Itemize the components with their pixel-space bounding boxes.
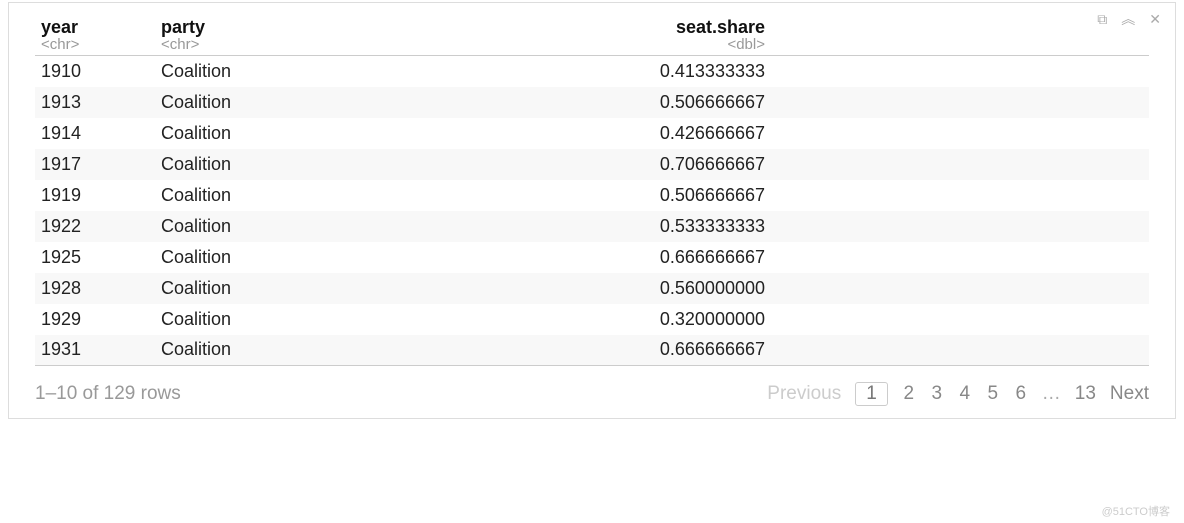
pager-page-5[interactable]: 5 <box>986 383 1000 405</box>
popout-icon[interactable]: ⧉ <box>1097 11 1107 28</box>
pager-page-4[interactable]: 4 <box>958 383 972 405</box>
cell-share: 0.666666667 <box>555 242 775 273</box>
cell-share: 0.666666667 <box>555 335 775 366</box>
table-row: 1910Coalition0.413333333 <box>35 56 1149 87</box>
table-row: 1917Coalition0.706666667 <box>35 149 1149 180</box>
cell-year: 1931 <box>35 335 155 366</box>
cell-share: 0.426666667 <box>555 118 775 149</box>
cell-party: Coalition <box>155 87 555 118</box>
cell-party: Coalition <box>155 149 555 180</box>
cell-party: Coalition <box>155 118 555 149</box>
pager: Previous 1 2 3 4 5 6 … 13 Next <box>767 382 1149 406</box>
table-row: 1914Coalition0.426666667 <box>35 118 1149 149</box>
pager-page-3[interactable]: 3 <box>930 383 944 405</box>
header-pad <box>775 13 1149 56</box>
pager-page-1[interactable]: 1 <box>855 382 888 406</box>
header-party-type: <chr> <box>161 36 549 53</box>
header-party[interactable]: party <chr> <box>155 13 555 56</box>
cell-party: Coalition <box>155 304 555 335</box>
table-container: year <chr> party <chr> seat.share <dbl> … <box>9 3 1175 374</box>
table-row: 1925Coalition0.666666667 <box>35 242 1149 273</box>
header-share-label: seat.share <box>676 17 765 37</box>
cell-share: 0.506666667 <box>555 180 775 211</box>
pager-page-2[interactable]: 2 <box>902 383 916 405</box>
table-row: 1919Coalition0.506666667 <box>35 180 1149 211</box>
header-row: year <chr> party <chr> seat.share <dbl> <box>35 13 1149 56</box>
cell-share: 0.320000000 <box>555 304 775 335</box>
table-body: 1910Coalition0.413333333 1913Coalition0.… <box>35 56 1149 366</box>
pager-page-last[interactable]: 13 <box>1075 383 1096 405</box>
table-row: 1928Coalition0.560000000 <box>35 273 1149 304</box>
cell-year: 1919 <box>35 180 155 211</box>
header-share[interactable]: seat.share <dbl> <box>555 13 775 56</box>
cell-year: 1917 <box>35 149 155 180</box>
header-share-type: <dbl> <box>561 36 765 53</box>
cell-year: 1914 <box>35 118 155 149</box>
table-row: 1929Coalition0.320000000 <box>35 304 1149 335</box>
cell-share: 0.506666667 <box>555 87 775 118</box>
cell-share: 0.533333333 <box>555 211 775 242</box>
cell-year: 1929 <box>35 304 155 335</box>
table-row: 1931Coalition0.666666667 <box>35 335 1149 366</box>
pager-next[interactable]: Next <box>1110 383 1149 405</box>
row-range: 1–10 of 129 rows <box>35 383 181 405</box>
pager-previous: Previous <box>767 383 841 405</box>
header-party-label: party <box>161 17 205 37</box>
cell-year: 1922 <box>35 211 155 242</box>
cell-share: 0.706666667 <box>555 149 775 180</box>
collapse-icon[interactable]: ︽ <box>1121 9 1135 29</box>
header-year-label: year <box>41 17 78 37</box>
cell-year: 1928 <box>35 273 155 304</box>
table-row: 1922Coalition0.533333333 <box>35 211 1149 242</box>
cell-party: Coalition <box>155 211 555 242</box>
header-year[interactable]: year <chr> <box>35 13 155 56</box>
cell-party: Coalition <box>155 273 555 304</box>
watermark: @51CTO博客 <box>1102 503 1170 519</box>
cell-party: Coalition <box>155 180 555 211</box>
pager-page-6[interactable]: 6 <box>1014 383 1028 405</box>
pager-ellipsis: … <box>1042 383 1061 405</box>
cell-party: Coalition <box>155 335 555 366</box>
header-year-type: <chr> <box>41 36 149 53</box>
cell-share: 0.413333333 <box>555 56 775 87</box>
table-footer: 1–10 of 129 rows Previous 1 2 3 4 5 6 … … <box>9 374 1175 418</box>
cell-year: 1925 <box>35 242 155 273</box>
cell-year: 1913 <box>35 87 155 118</box>
cell-party: Coalition <box>155 242 555 273</box>
data-table: year <chr> party <chr> seat.share <dbl> … <box>35 13 1149 366</box>
close-icon[interactable]: ✕ <box>1149 11 1161 28</box>
panel-toolbar: ⧉ ︽ ✕ <box>1097 9 1161 29</box>
cell-year: 1910 <box>35 56 155 87</box>
table-row: 1913Coalition0.506666667 <box>35 87 1149 118</box>
cell-share: 0.560000000 <box>555 273 775 304</box>
data-panel: ⧉ ︽ ✕ year <chr> party <chr> seat.share <box>8 2 1176 419</box>
cell-party: Coalition <box>155 56 555 87</box>
